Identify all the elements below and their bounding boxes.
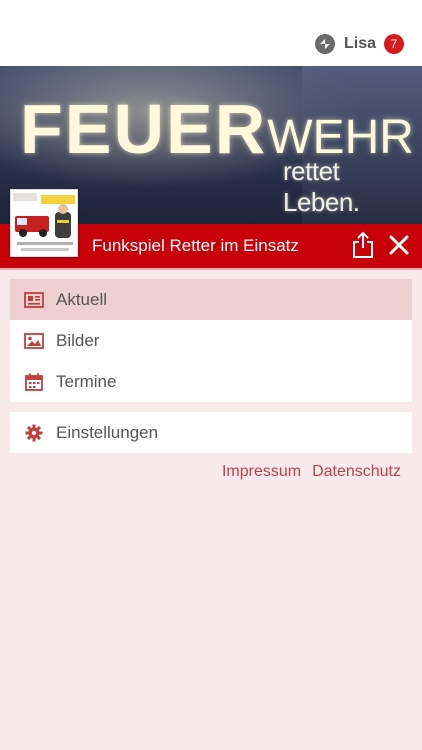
menu-item-label: Einstellungen	[56, 422, 159, 442]
image-icon	[24, 331, 44, 351]
menu-item-bilder[interactable]: Bilder	[10, 320, 412, 361]
gear-icon	[24, 423, 44, 443]
menu-item-aktuell[interactable]: Aktuell	[10, 279, 412, 320]
impressum-link[interactable]: Impressum	[222, 463, 301, 481]
hero-title: FEUERWEHR	[20, 94, 414, 164]
close-icon[interactable]	[388, 234, 410, 256]
calendar-icon	[24, 372, 44, 392]
user-name[interactable]: Lisa	[344, 35, 376, 53]
newspaper-icon	[24, 290, 44, 310]
group-thumbnail	[10, 189, 78, 257]
top-bar: Lisa 7	[0, 0, 422, 66]
footer-links: Impressum Datenschutz	[222, 463, 401, 481]
main-menu: Aktuell Bilder Termine	[10, 279, 412, 402]
menu-item-termine[interactable]: Termine	[10, 361, 412, 402]
group-title: Funkspiel Retter im Einsatz	[92, 236, 299, 255]
datenschutz-link[interactable]: Datenschutz	[312, 463, 401, 481]
group-logo-image	[11, 190, 77, 256]
app-logo-icon	[314, 34, 335, 54]
hero-subtitle: rettet Leben.	[283, 156, 360, 217]
user-menu[interactable]: Lisa 7	[314, 30, 404, 58]
share-icon[interactable]	[351, 231, 375, 259]
notification-badge[interactable]: 7	[384, 34, 404, 54]
hero-title-main: FEUER	[20, 90, 268, 168]
menu-item-label: Bilder	[56, 330, 100, 350]
settings-menu: Einstellungen	[10, 412, 412, 453]
menu-item-label: Aktuell	[56, 289, 108, 309]
menu-item-label: Termine	[56, 371, 117, 391]
menu-item-einstellungen[interactable]: Einstellungen	[10, 412, 412, 453]
